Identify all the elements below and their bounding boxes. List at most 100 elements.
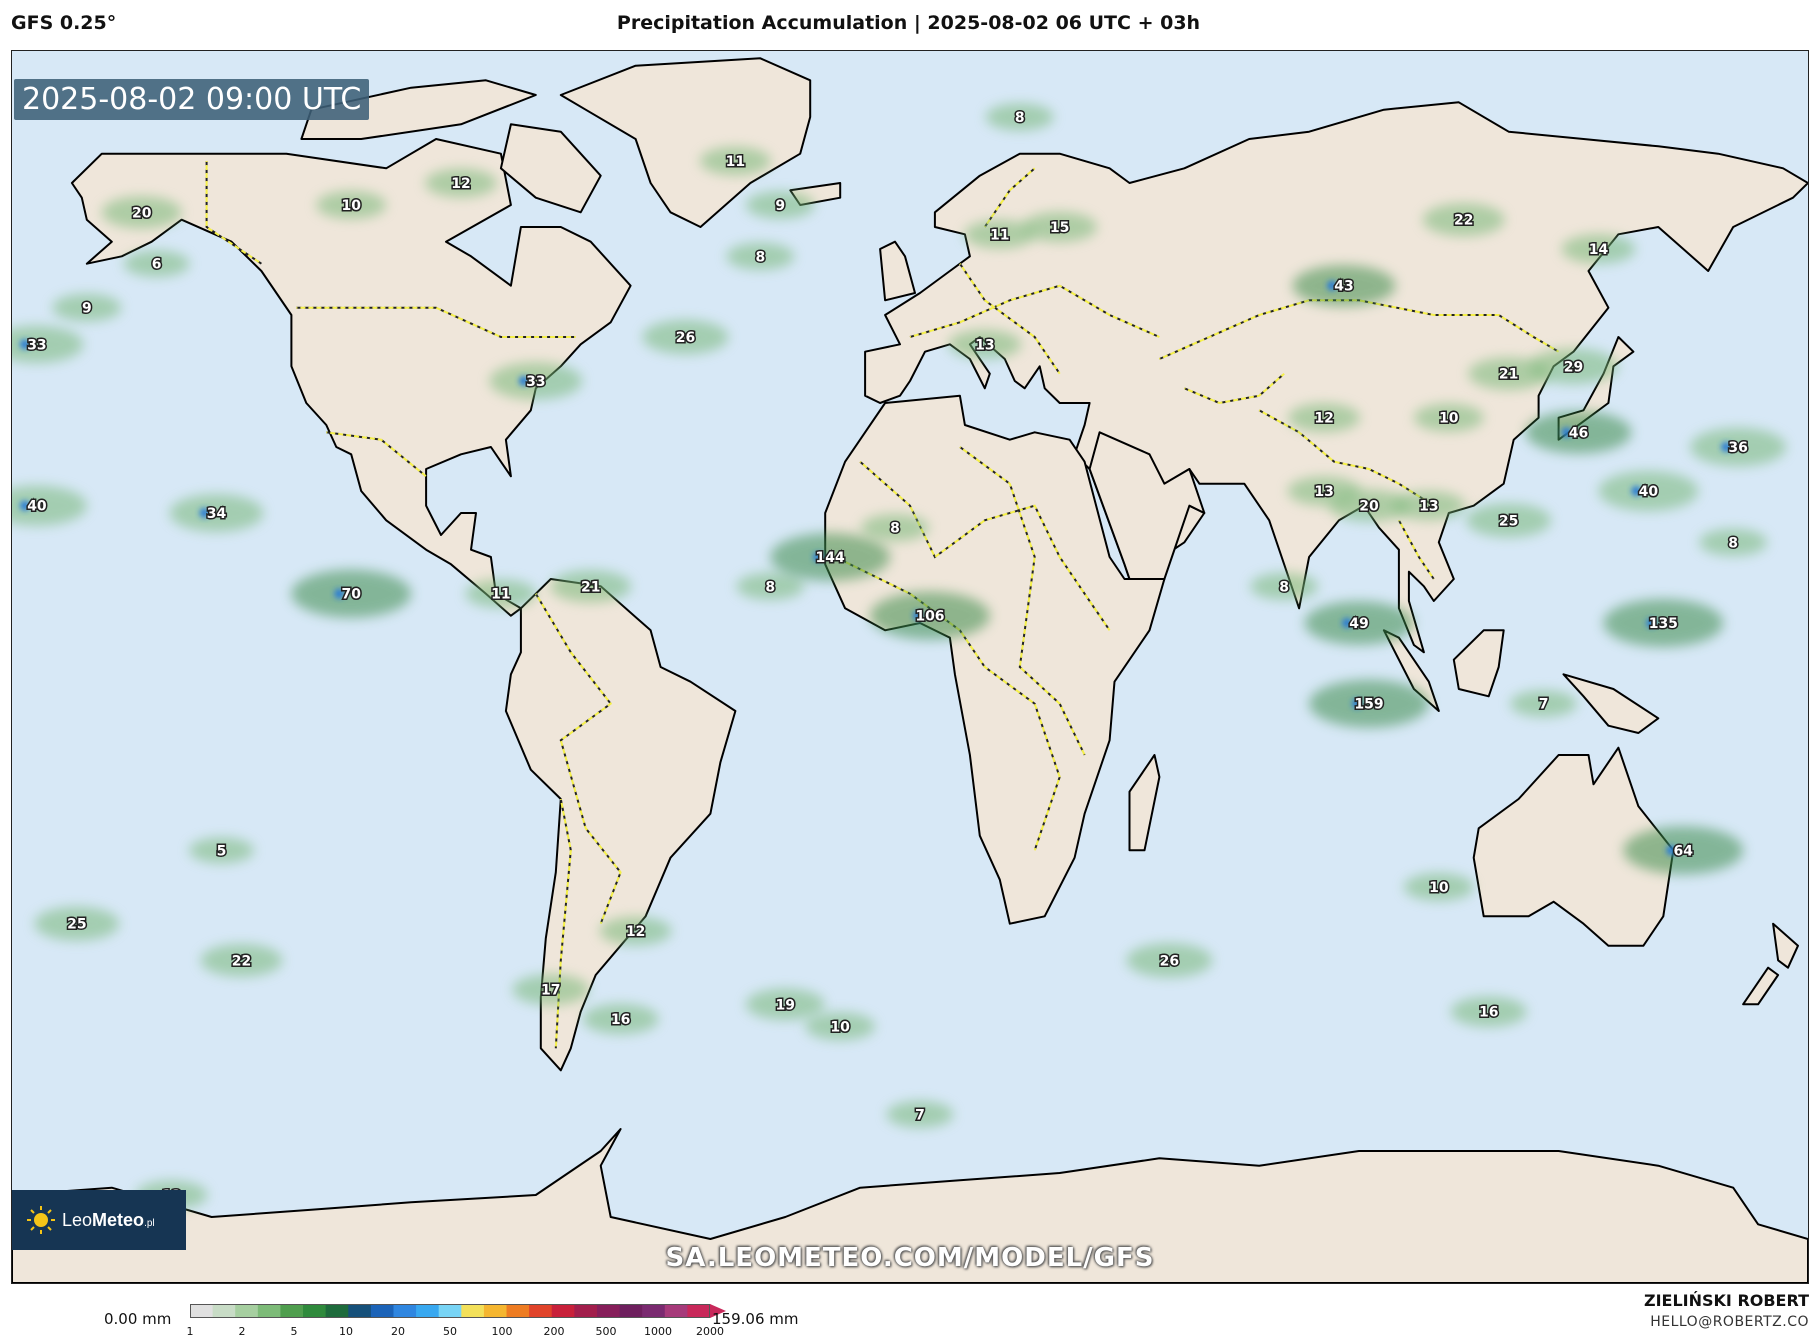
colorbar-segment [483,1304,508,1318]
map-title: Precipitation Accumulation | 2025-08-02 … [616,12,1201,34]
sun-icon [27,1206,55,1234]
precip-value-label: 40 [1639,484,1659,500]
precip-value-label: 9 [775,198,785,214]
colorbar-segment [664,1304,688,1318]
precip-value-label: 26 [1160,953,1179,969]
colorbar-segment [235,1304,259,1318]
colorbar-segment [438,1304,462,1318]
author-name: ZIELIŃSKI ROBERT [1643,1291,1809,1310]
leometeo-logo[interactable]: LeoMeteo.pl [12,1190,186,1250]
legend-tick-label: 10 [339,1325,353,1338]
precip-value-label: 15 [1050,220,1069,236]
precip-value-label: 20 [132,205,152,221]
precip-value-label: 11 [990,227,1009,243]
precip-value-label: 8 [1728,535,1738,551]
precip-value-label: 135 [1649,616,1678,632]
precip-value-label: 64 [1674,843,1694,859]
colorbar-segment [280,1304,304,1318]
precip-value-label: 16 [1479,1005,1498,1021]
legend-tick-label: 500 [595,1325,617,1338]
legend-max-label: 159.06 mm [712,1310,799,1328]
brand-name: LeoMeteo.pl [62,1210,155,1231]
precip-value-label: 10 [1429,880,1449,896]
precip-value-label: 21 [581,579,600,595]
precip-value-label: 8 [1015,110,1025,126]
brand-name-bold: Meteo [92,1209,145,1230]
precip-value-label: 10 [1439,411,1459,427]
legend-tick-label: 1 [186,1325,194,1338]
precip-value-label: 159 [1354,697,1383,713]
colorbar-segment [370,1304,394,1318]
precip-value-label: 17 [541,983,560,999]
precip-value-label: 6 [152,257,162,273]
map-frame[interactable]: 11 8 12 10 20 9 6 8 9 33 26 33 40 34 70 11 21 8 144 8 106 15 1… [11,50,1809,1284]
colorbar-segment [303,1304,327,1318]
author-email[interactable]: HELLO@ROBERTZ.CO [1650,1314,1809,1330]
legend: 0.00 mm 1 2 5 10 20 50 100 200 500 1000 2000 159.0… [0,1290,1817,1338]
precip-value-label: 40 [27,499,47,515]
colorbar-segment [642,1304,666,1318]
precip-value-label: 19 [776,997,795,1013]
colorbar-segment [551,1304,575,1318]
precip-value-label: 11 [491,587,510,603]
colorbar-segment [393,1304,417,1318]
precip-value-label: 8 [890,521,900,537]
precip-value-label: 12 [1314,411,1333,427]
precip-value-label: 8 [755,249,765,265]
precip-value-label: 7 [1539,697,1549,713]
colorbar-segment [257,1304,281,1318]
precip-value-label: 29 [1564,359,1583,375]
precip-value-label: 10 [830,1019,850,1035]
colorbar-segment [574,1304,598,1318]
precip-value-label: 22 [232,953,251,969]
precip-value-label: 14 [1589,242,1609,258]
brand-suffix: .pl [144,1217,155,1229]
precip-value-label: 12 [451,176,470,192]
legend-tick-label: 200 [543,1325,565,1338]
colorbar-segment [416,1304,440,1318]
precip-value-label: 7 [915,1107,925,1123]
precip-value-label: 26 [676,330,695,346]
legend-tick-label: 20 [391,1325,405,1338]
precip-value-label: 8 [765,579,775,595]
legend-colorbar [190,1304,726,1318]
precip-value-label: 70 [342,587,362,603]
precip-value-label: 144 [816,550,845,566]
precip-value-label: 21 [1499,367,1518,383]
precip-value-label: 43 [1334,279,1353,295]
site-url[interactable]: SA.LEOMETEO.COM/MODEL/GFS [12,1243,1808,1273]
brand-name-light: Leo [62,1209,93,1230]
colorbar-segment [506,1304,530,1318]
precip-value-label: 33 [27,337,46,353]
colorbar-segment [325,1304,349,1318]
precip-value-label: 13 [1314,484,1333,500]
legend-tick-label: 100 [491,1325,513,1338]
valid-time-badge: 2025-08-02 09:00 UTC [14,79,370,120]
colorbar-segment [461,1304,485,1318]
precip-value-label: 25 [1499,513,1518,529]
legend-tick-label: 50 [443,1325,457,1338]
precip-value-label: 9 [82,301,92,317]
precip-value-label: 10 [342,198,362,214]
legend-min-label: 0.00 mm [104,1310,172,1328]
precip-value-label: 20 [1359,499,1379,515]
legend-tick-label: 5 [290,1325,298,1338]
precip-value-label: 34 [207,506,227,522]
colorbar-segment [687,1304,711,1318]
precip-value-label: 11 [726,154,745,170]
precip-value-label: 5 [217,843,227,859]
precip-value-label: 36 [1728,440,1747,456]
precip-value-label: 13 [975,337,994,353]
legend-tick-label: 1000 [644,1325,672,1338]
colorbar-segment [348,1304,372,1318]
precip-value-label: 49 [1349,616,1368,632]
legend-tick-label: 2 [238,1325,246,1338]
world-map[interactable]: 11 8 12 10 20 9 6 8 9 33 26 33 40 34 70 11 21 8 144 8 106 15 1… [12,51,1808,1283]
colorbar-segment [619,1304,643,1318]
precip-value-label: 16 [611,1012,630,1028]
colorbar-segment [529,1304,553,1318]
precip-value-label: 106 [915,609,944,625]
colorbar-segment [596,1304,621,1318]
colorbar-segment [190,1304,214,1318]
precip-value-label: 8 [1279,579,1289,595]
